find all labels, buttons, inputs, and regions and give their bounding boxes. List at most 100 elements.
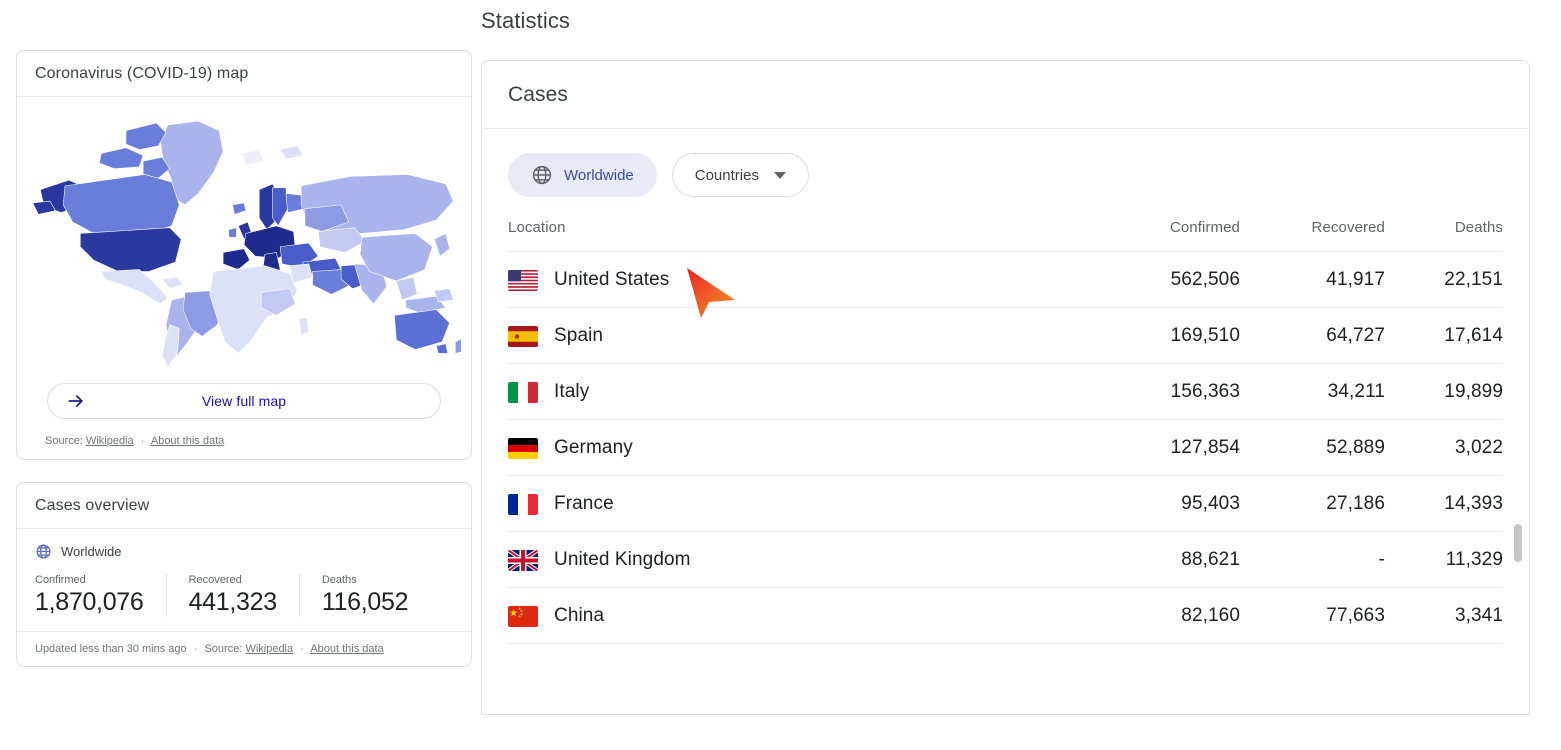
- stat-recovered-value: 441,323: [188, 588, 278, 616]
- cell-recovered: 52,889: [1240, 419, 1385, 476]
- gb-flag-icon: [508, 549, 538, 571]
- column-header-location[interactable]: Location: [508, 219, 1090, 252]
- page-title: Statistics: [481, 8, 571, 33]
- cell-deaths: 3,022: [1385, 419, 1503, 476]
- table-row-partial[interactable]: [508, 643, 1503, 699]
- map-about-this-data-link[interactable]: About this data: [151, 435, 224, 447]
- cell-confirmed: 156,363: [1090, 363, 1240, 420]
- location-name: Spain: [554, 325, 604, 346]
- map-card-header: Coronavirus (COVID-19) map: [17, 51, 471, 97]
- cell-recovered: 64,727: [1240, 307, 1385, 364]
- table-row[interactable]: France 95,403 27,186 14,393: [508, 475, 1503, 532]
- column-header-confirmed[interactable]: Confirmed: [1090, 219, 1240, 252]
- it-flag-icon: [508, 381, 538, 403]
- cell-location: Spain: [508, 307, 1090, 364]
- map-source-wikipedia-link[interactable]: Wikipedia: [86, 435, 134, 447]
- cell-confirmed: [1090, 643, 1240, 699]
- cell-confirmed: 95,403: [1090, 475, 1240, 532]
- de-flag-icon: [508, 437, 538, 459]
- world-map-image[interactable]: [27, 107, 461, 377]
- stat-deaths: Deaths 116,052: [298, 574, 430, 617]
- table-row[interactable]: United Kingdom 88,621 - 11,329: [508, 531, 1503, 588]
- cell-location: [508, 643, 1090, 699]
- overview-updated-text: Updated less than 30 mins ago: [35, 643, 187, 655]
- coronavirus-map-card: Coronavirus (COVID-19) map View full map…: [16, 50, 472, 460]
- table-scrollbar-thumb[interactable]: [1514, 524, 1522, 562]
- cell-deaths: 19,899: [1385, 363, 1503, 420]
- map-source-separator: ·: [140, 435, 145, 447]
- cell-recovered: 77,663: [1240, 587, 1385, 644]
- overview-source-prefix: Source:: [204, 643, 243, 655]
- cell-location: China: [508, 587, 1090, 644]
- chevron-down-icon: [773, 171, 786, 179]
- stat-recovered-label: Recovered: [188, 574, 242, 586]
- column-header-recovered[interactable]: Recovered: [1240, 219, 1385, 252]
- cell-deaths: [1385, 643, 1503, 699]
- overview-about-this-data-link[interactable]: About this data: [310, 643, 383, 655]
- cell-recovered: [1240, 643, 1385, 699]
- table-header-row: Location Confirmed Recovered Deaths: [508, 219, 1503, 252]
- arrow-right-icon: [66, 391, 86, 411]
- location-name: Italy: [554, 381, 590, 402]
- table-row[interactable]: United States 562,506 41,917 22,151: [508, 251, 1503, 308]
- location-name: Germany: [554, 437, 633, 458]
- cell-deaths: 14,393: [1385, 475, 1503, 532]
- overview-card-header: Cases overview: [17, 483, 471, 529]
- overview-stats-row: Confirmed 1,870,076 Recovered 441,323 De…: [35, 574, 453, 617]
- cell-confirmed: 562,506: [1090, 251, 1240, 308]
- cell-confirmed: 169,510: [1090, 307, 1240, 364]
- cell-location: United Kingdom: [508, 531, 1090, 588]
- cell-confirmed: 82,160: [1090, 587, 1240, 644]
- location-name: France: [554, 493, 614, 514]
- cell-location: United States: [508, 251, 1090, 308]
- cell-deaths: 22,151: [1385, 251, 1503, 308]
- cases-table: Location Confirmed Recovered Deaths Unit…: [508, 219, 1503, 699]
- column-header-deaths[interactable]: Deaths: [1385, 219, 1503, 252]
- cases-overview-card: Cases overview Worldwide Confirmed 1,870…: [16, 482, 472, 667]
- cell-location: Italy: [508, 363, 1090, 420]
- filter-worldwide-button[interactable]: Worldwide: [508, 153, 657, 197]
- table-row[interactable]: Germany 127,854 52,889 3,022: [508, 419, 1503, 476]
- cell-deaths: 3,341: [1385, 587, 1503, 644]
- globe-icon: [531, 164, 553, 186]
- map-source-prefix: Source:: [45, 435, 83, 447]
- filter-worldwide-label: Worldwide: [564, 166, 634, 184]
- cell-location: France: [508, 475, 1090, 532]
- overview-card-title: Cases overview: [35, 497, 150, 514]
- table-row[interactable]: China 82,160 77,663 3,341: [508, 587, 1503, 644]
- cases-table-head: Location Confirmed Recovered Deaths: [508, 219, 1503, 252]
- map-card-title: Coronavirus (COVID-19) map: [35, 65, 249, 82]
- overview-source-wikipedia-link[interactable]: Wikipedia: [245, 643, 293, 655]
- us-flag-icon: [508, 269, 538, 291]
- scope-filter-group: Worldwide Countries: [482, 129, 1529, 197]
- cases-panel-title: Cases: [508, 83, 569, 106]
- location-name: China: [554, 605, 605, 626]
- stat-deaths-label: Deaths: [321, 574, 357, 586]
- cases-panel: Cases Worldwide Countries Location Confi…: [481, 60, 1530, 715]
- stat-deaths-value: 116,052: [321, 588, 409, 616]
- cases-panel-header: Cases: [482, 61, 1529, 129]
- table-scrollbar-track[interactable]: [1514, 292, 1525, 714]
- cases-table-body: United States 562,506 41,917 22,151 Spai…: [508, 251, 1503, 699]
- view-full-map-button[interactable]: View full map: [47, 383, 441, 419]
- stat-confirmed-label: Confirmed: [35, 574, 86, 586]
- filter-countries-label: Countries: [694, 166, 759, 184]
- table-row[interactable]: Spain 169,510 64,727 17,614: [508, 307, 1503, 364]
- map-source-line: Source: Wikipedia · About this data: [27, 419, 461, 459]
- cell-confirmed: 88,621: [1090, 531, 1240, 588]
- globe-icon: [35, 543, 52, 560]
- cell-recovered: 34,211: [1240, 363, 1385, 420]
- table-row[interactable]: Italy 156,363 34,211 19,899: [508, 363, 1503, 420]
- stat-confirmed: Confirmed 1,870,076: [35, 574, 166, 617]
- world-map-svg: [32, 120, 461, 368]
- overview-separator-1: ·: [193, 643, 198, 655]
- stat-confirmed-value: 1,870,076: [35, 588, 144, 616]
- overview-separator-2: ·: [300, 643, 304, 655]
- cases-table-container: Location Confirmed Recovered Deaths Unit…: [482, 219, 1529, 699]
- cell-recovered: 27,186: [1240, 475, 1385, 532]
- filter-countries-dropdown[interactable]: Countries: [671, 153, 809, 197]
- cell-recovered: 41,917: [1240, 251, 1385, 308]
- covid-statistics-page: Coronavirus (COVID-19) map View full map…: [0, 0, 1561, 750]
- stat-recovered: Recovered 441,323: [165, 574, 299, 617]
- left-column: Coronavirus (COVID-19) map View full map…: [16, 50, 472, 667]
